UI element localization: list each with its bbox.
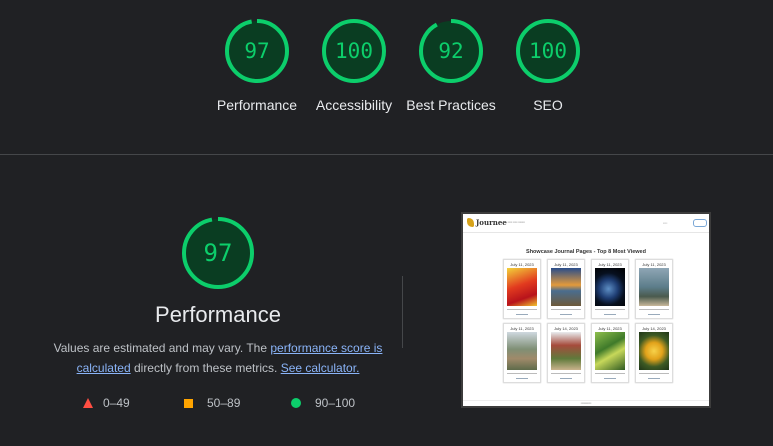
card-date: July 11, 2023 — [642, 262, 666, 267]
section-divider — [0, 154, 773, 155]
orange-square-icon — [184, 398, 193, 408]
journal-card: July 11, 2023 — [591, 259, 629, 319]
legend-pass: 90–100 — [291, 396, 355, 410]
journal-card: July 11, 2023 — [547, 259, 585, 319]
gauge-best-practices[interactable]: 92 Best Practices — [406, 18, 496, 115]
performance-score: 97 — [203, 239, 233, 267]
card-date: July 11, 2023 — [510, 262, 534, 267]
legend-fail: 0–49 — [83, 396, 130, 410]
legend-range: 90–100 — [315, 396, 356, 410]
card-image-sunset-coast — [551, 268, 581, 306]
score-legend: 0–49 50–89 90–100 — [0, 396, 440, 412]
description-text: Values are estimated and may vary. The — [53, 341, 271, 355]
performance-description: Values are estimated and may vary. The p… — [50, 338, 386, 378]
card-date: July 11, 2023 — [510, 326, 534, 331]
gauge-accessibility[interactable]: 100 Accessibility — [309, 18, 399, 115]
screenshot-button — [693, 219, 707, 227]
red-triangle-icon — [83, 398, 93, 408]
card-meta — [560, 378, 572, 379]
card-date: July 11, 2023 — [598, 326, 622, 331]
screenshot-footer: ▪▪▪▪▪▪▪▪▪▪ — [463, 400, 709, 405]
card-date: July 14, 2023 — [554, 326, 578, 331]
legend-average: 50–89 — [184, 396, 240, 410]
card-meta — [604, 314, 616, 315]
card-meta — [648, 314, 660, 315]
legend-range: 0–49 — [103, 396, 130, 410]
vertical-divider — [402, 276, 403, 348]
final-screenshot[interactable]: Journee ▪▪▪▪ ▪▪▪▪ ▪▪▪▪ ▪▪▪▪▪▪ ▪▪▪▪ Showc… — [461, 212, 711, 408]
gauge-score: 92 — [438, 39, 464, 63]
card-date: July 11, 2023 — [598, 262, 622, 267]
card-image-green-plants — [595, 332, 625, 370]
gauge-seo[interactable]: 100 SEO — [503, 18, 593, 115]
journal-card: July 11, 2023 — [503, 259, 541, 319]
card-image-red-flowers — [507, 268, 537, 306]
journee-logo-icon — [467, 218, 474, 227]
gauge-score: 100 — [335, 39, 373, 63]
see-calculator-link[interactable]: See calculator. — [281, 361, 360, 375]
journal-card: July 14, 2023 — [547, 323, 585, 383]
journal-card: July 11, 2023 — [503, 323, 541, 383]
card-meta — [648, 378, 660, 379]
card-caption — [639, 373, 669, 374]
card-meta — [604, 378, 616, 379]
card-image-rocky-beach — [639, 268, 669, 306]
card-caption — [507, 373, 537, 374]
card-caption — [507, 309, 537, 310]
journal-card: July 14, 2023 — [635, 323, 673, 383]
card-meta — [516, 314, 528, 315]
journal-card: July 11, 2023 — [591, 323, 629, 383]
card-caption — [551, 309, 581, 310]
screenshot-navbar: Journee ▪▪▪▪ ▪▪▪▪ ▪▪▪▪ ▪▪▪▪▪▪ ▪▪▪▪ — [463, 214, 709, 233]
performance-title: Performance — [155, 302, 281, 327]
gauge-label: Accessibility — [315, 97, 393, 113]
green-circle-icon — [291, 398, 301, 408]
card-date: July 14, 2023 — [642, 326, 666, 331]
gauge-score: 97 — [244, 39, 270, 63]
screenshot-search: ▪▪▪▪ — [663, 221, 668, 225]
gauge-label: SEO — [533, 97, 563, 113]
card-date: July 11, 2023 — [554, 262, 578, 267]
card-image-mountain-town — [507, 332, 537, 370]
card-meta — [560, 314, 572, 315]
category-gauges: 97 Performance 100 Accessibility 92 Best… — [0, 18, 773, 138]
card-caption — [595, 373, 625, 374]
screenshot-heading: Showcase Journal Pages - Top 8 Most View… — [526, 249, 646, 255]
card-image-yellow-rose — [639, 332, 669, 370]
gauge-score: 100 — [529, 39, 567, 63]
screenshot-menu: ▪▪▪▪ ▪▪▪▪ ▪▪▪▪ ▪▪▪▪▪▪ — [503, 220, 525, 224]
legend-range: 50–89 — [207, 396, 241, 410]
gauge-label: Best Practices — [406, 97, 496, 113]
description-text: directly from these metrics. — [130, 361, 281, 375]
card-caption — [639, 309, 669, 310]
card-caption — [551, 373, 581, 374]
card-meta — [516, 378, 528, 379]
card-caption — [595, 309, 625, 310]
card-image-park-entrance — [551, 332, 581, 370]
journal-card: July 11, 2023 — [635, 259, 673, 319]
card-image-earth-globe — [595, 268, 625, 306]
gauge-label: Performance — [216, 97, 298, 113]
gauge-performance[interactable]: 97 Performance — [212, 18, 302, 115]
